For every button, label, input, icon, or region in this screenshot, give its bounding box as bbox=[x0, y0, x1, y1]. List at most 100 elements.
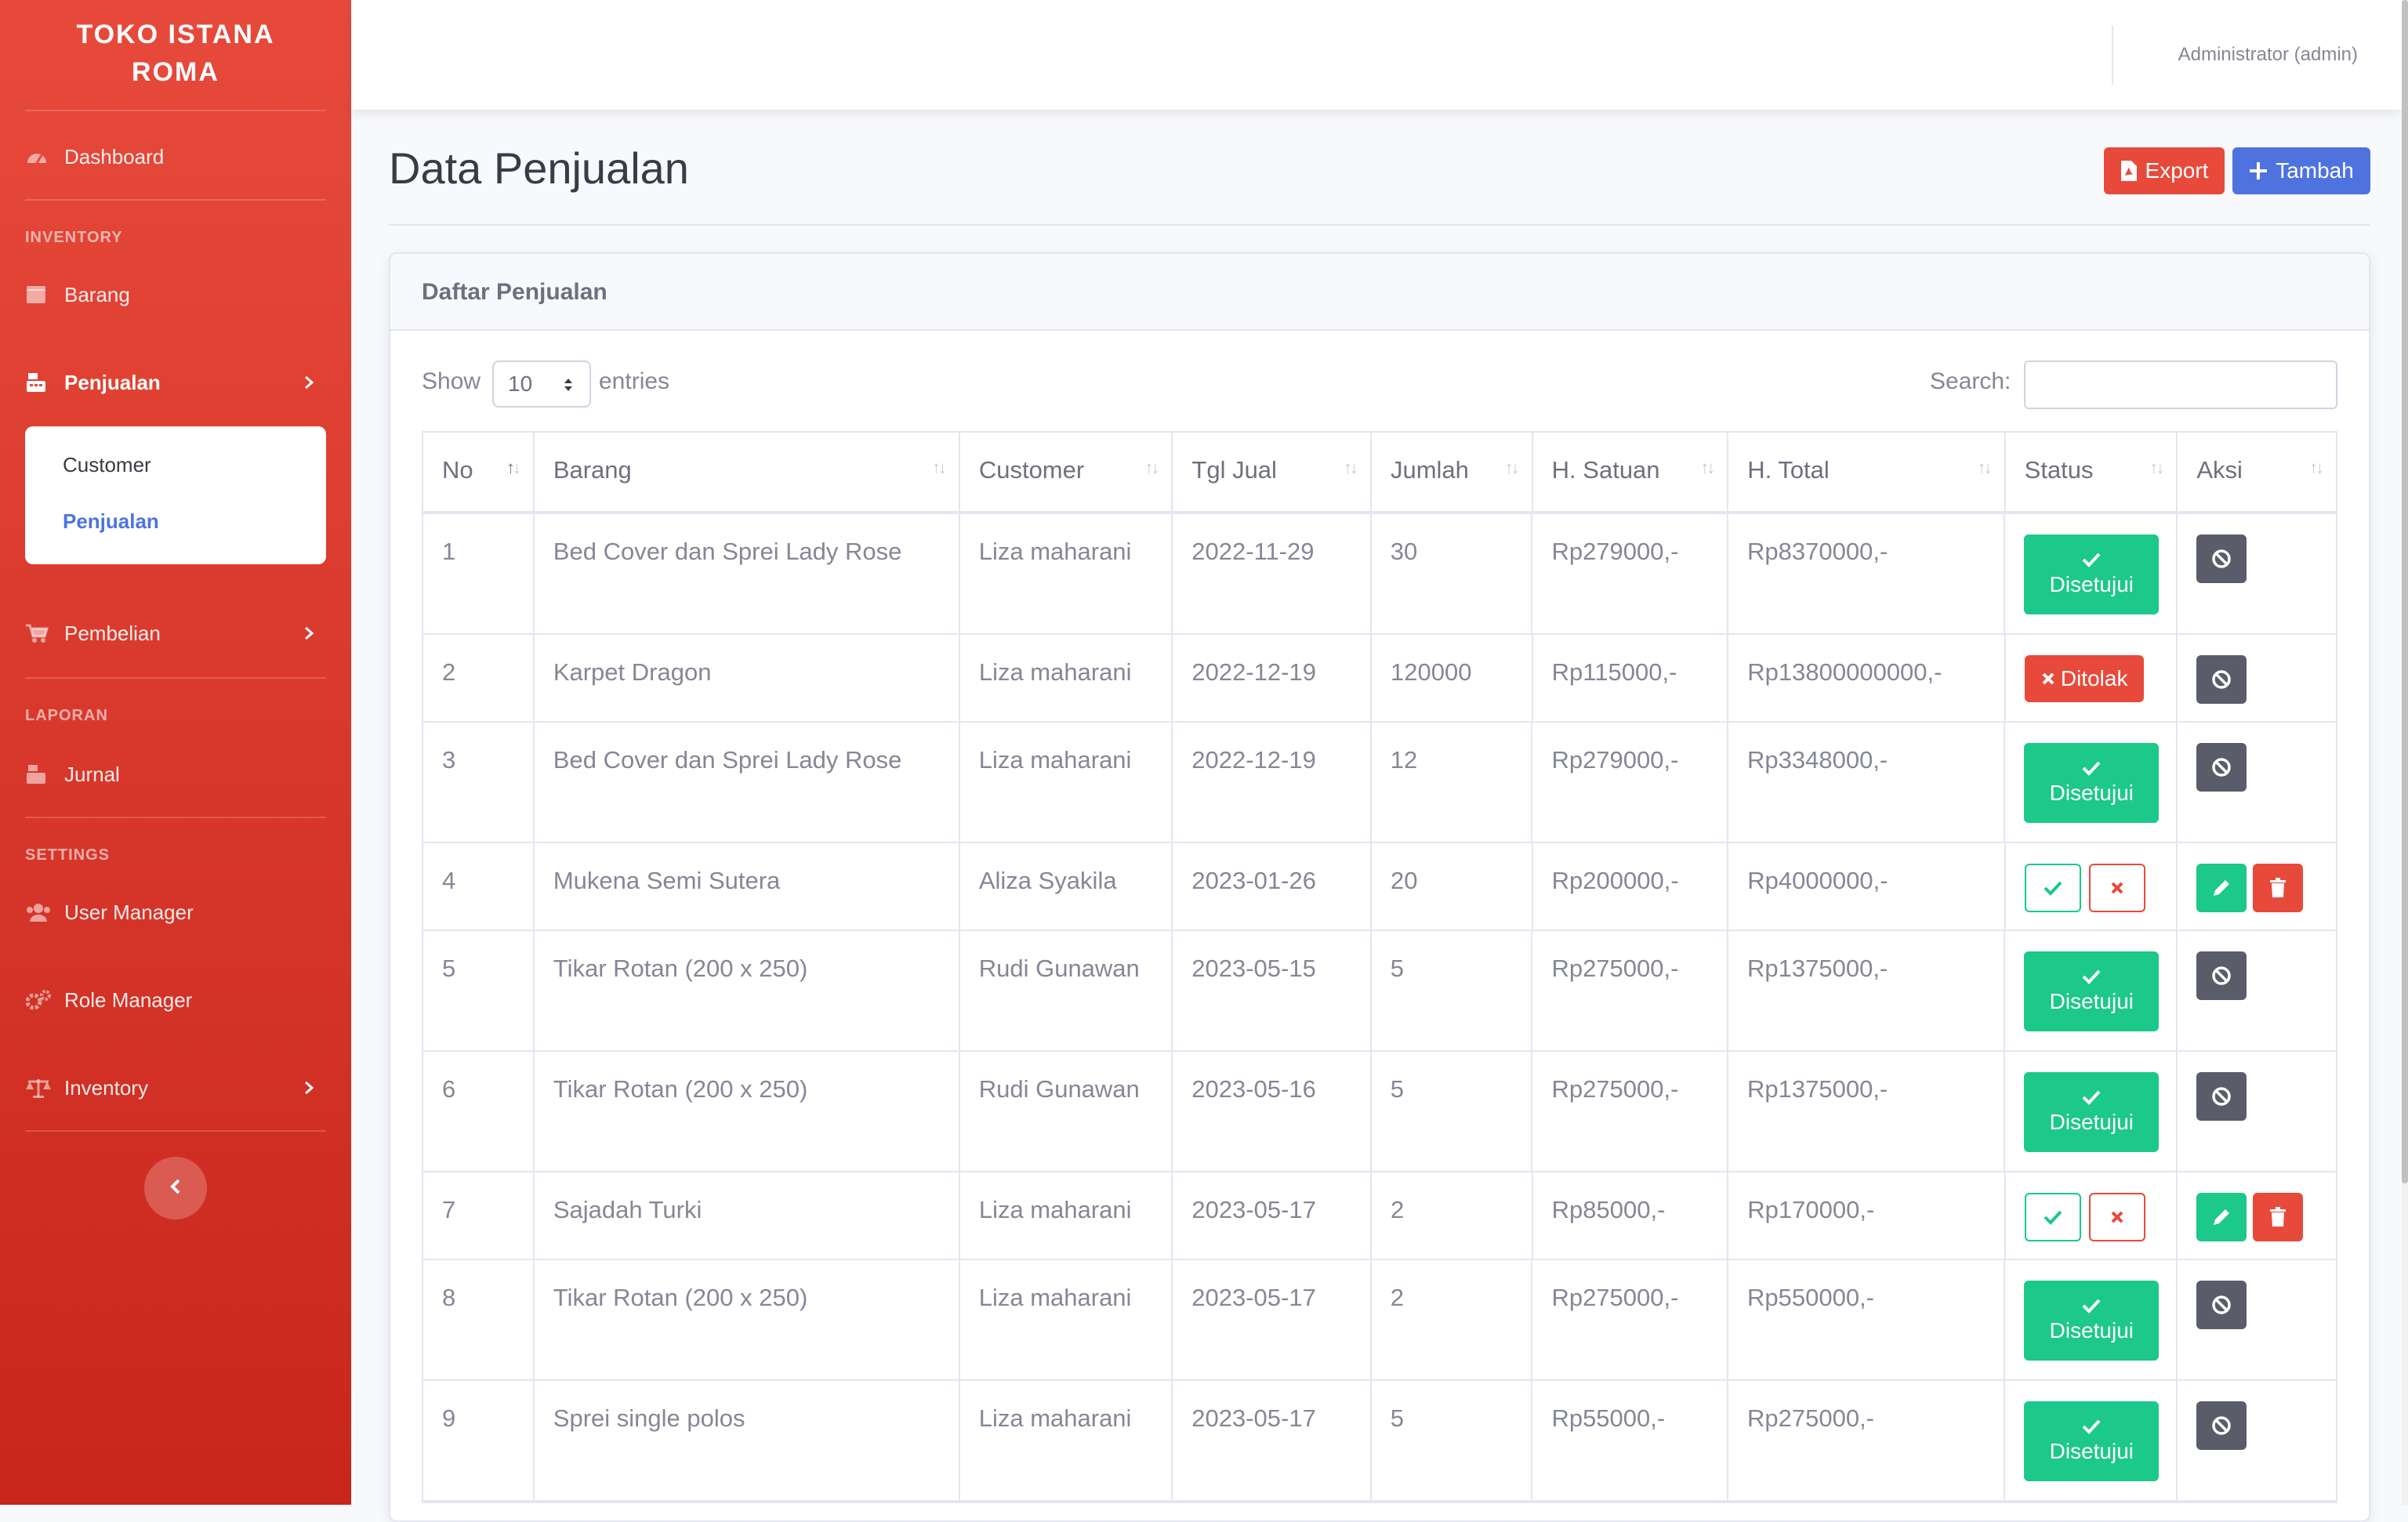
cell-jumlah: 120000 bbox=[1372, 635, 1533, 721]
check-icon bbox=[2044, 1210, 2062, 1225]
cash-register-icon bbox=[25, 371, 53, 393]
reject-button[interactable] bbox=[2088, 864, 2145, 912]
show-label: Show bbox=[422, 368, 481, 394]
sidebar-item-barang[interactable]: Barang bbox=[25, 271, 326, 318]
sort-icon: ↑↓ bbox=[1343, 458, 1358, 477]
column-header-tgl-jual[interactable]: Tgl Jual ↑↓ bbox=[1173, 433, 1372, 511]
sidebar-item-jurnal[interactable]: Jurnal bbox=[25, 751, 326, 798]
cell-jumlah: 5 bbox=[1372, 931, 1533, 1050]
approve-button[interactable] bbox=[2024, 864, 2081, 912]
edit-button[interactable] bbox=[2196, 864, 2247, 912]
cell-h-total: Rp13800000000,- bbox=[1728, 635, 2006, 721]
table-row: 2 Karpet Dragon Liza maharani 2022-12-19 120… bbox=[423, 635, 2336, 723]
sidebar-item-penjualan[interactable]: Penjualan bbox=[25, 359, 326, 406]
cell-tgl-jual: 2023-05-17 bbox=[1173, 1172, 1372, 1259]
column-header-barang[interactable]: Barang ↑↓ bbox=[535, 433, 960, 511]
column-header-status[interactable]: Status ↑↓ bbox=[2006, 433, 2178, 511]
row-actions bbox=[2196, 1193, 2317, 1241]
row-actions bbox=[2196, 864, 2317, 912]
cell-aksi bbox=[2178, 1052, 2336, 1171]
cell-tgl-jual: 2023-01-26 bbox=[1173, 843, 1372, 930]
cell-aksi bbox=[2178, 723, 2336, 842]
delete-button[interactable] bbox=[2253, 1193, 2304, 1241]
cell-aksi bbox=[2178, 931, 2336, 1050]
brand[interactable]: TOKO ISTANA ROMA bbox=[25, 16, 326, 91]
search-input[interactable] bbox=[2024, 361, 2337, 409]
ban-icon bbox=[2212, 670, 2232, 689]
table-row: 8 Tikar Rotan (200 x 250) Liza maharani 202… bbox=[423, 1260, 2336, 1381]
sidebar-item-user-manager[interactable]: User Manager bbox=[25, 889, 326, 936]
sidebar-item-role-manager[interactable]: Role Manager bbox=[25, 977, 326, 1024]
edit-button[interactable] bbox=[2196, 1193, 2247, 1241]
topbar bbox=[351, 0, 2402, 110]
disabled-action-button[interactable] bbox=[2196, 535, 2247, 583]
sort-icon: ↑↓ bbox=[2149, 458, 2164, 477]
add-button-label: Tambah bbox=[2276, 158, 2354, 183]
scrollbar-thumb[interactable] bbox=[2402, 0, 2408, 1183]
cell-aksi bbox=[2178, 1260, 2336, 1379]
chevron-right-icon bbox=[298, 1077, 320, 1099]
sidebar-toggle-button[interactable] bbox=[144, 1157, 207, 1219]
sidebar-item-label: Jurnal bbox=[64, 762, 120, 786]
cell-barang: Sprei single polos bbox=[535, 1381, 960, 1500]
status-badge-approved: Disetujui bbox=[2024, 1281, 2160, 1361]
sidebar-item-pembelian[interactable]: Pembelian bbox=[25, 610, 326, 657]
disabled-action-button[interactable] bbox=[2196, 1072, 2247, 1121]
status-label: Disetujui bbox=[2049, 572, 2134, 596]
disabled-action-button[interactable] bbox=[2196, 1401, 2247, 1450]
column-header-h-satuan[interactable]: H. Satuan ↑↓ bbox=[1533, 433, 1729, 511]
column-header-h-total[interactable]: H. Total ↑↓ bbox=[1728, 433, 2006, 511]
entries-select[interactable]: 10 bbox=[492, 361, 591, 408]
check-icon bbox=[2082, 969, 2101, 984]
cell-h-satuan: Rp115000,- bbox=[1533, 635, 1729, 721]
column-header-jumlah[interactable]: Jumlah ↑↓ bbox=[1372, 433, 1533, 511]
sidebar-item-inventory[interactable]: Inventory bbox=[25, 1064, 326, 1111]
cell-customer: Liza maharani bbox=[960, 635, 1173, 721]
sidebar-item-label: User Manager bbox=[64, 900, 194, 924]
cell-status bbox=[2006, 843, 2178, 930]
chevron-right-icon bbox=[298, 371, 320, 393]
status-label: Disetujui bbox=[2049, 1110, 2134, 1134]
approve-button[interactable] bbox=[2024, 1193, 2081, 1241]
cell-h-satuan: Rp279000,- bbox=[1532, 514, 1728, 633]
cell-aksi bbox=[2178, 514, 2336, 633]
cell-aksi bbox=[2178, 1381, 2336, 1500]
submenu-item-penjualan[interactable]: Penjualan bbox=[63, 509, 159, 534]
status-label: Disetujui bbox=[2049, 781, 2134, 805]
sort-icon: ↑↓ bbox=[1144, 458, 1159, 477]
cell-h-total: Rp550000,- bbox=[1728, 1260, 2006, 1379]
cell-barang: Karpet Dragon bbox=[535, 635, 960, 721]
file-pdf-icon bbox=[2120, 161, 2137, 181]
table-row: 4 Mukena Semi Sutera Aliza Syakila 2023-01-… bbox=[423, 843, 2336, 931]
cell-tgl-jual: 2023-05-17 bbox=[1173, 1260, 1372, 1379]
cell-tgl-jual: 2022-12-19 bbox=[1173, 723, 1372, 842]
add-button[interactable]: Tambah bbox=[2232, 147, 2370, 194]
disabled-action-button[interactable] bbox=[2196, 951, 2247, 1000]
disabled-action-button[interactable] bbox=[2196, 1281, 2247, 1329]
user-menu[interactable]: Administrator (admin) bbox=[2178, 44, 2358, 66]
cell-status: Disetujui bbox=[2005, 1381, 2178, 1500]
column-header-aksi[interactable]: Aksi ↑↓ bbox=[2178, 433, 2336, 511]
cell-customer: Rudi Gunawan bbox=[960, 931, 1173, 1050]
table-row: 1 Bed Cover dan Sprei Lady Rose Liza mahar… bbox=[423, 514, 2336, 635]
submenu-item-customer[interactable]: Customer bbox=[63, 453, 151, 477]
disabled-action-button[interactable] bbox=[2196, 743, 2247, 792]
status-label: Disetujui bbox=[2049, 1318, 2134, 1343]
sidebar-item-label: Inventory bbox=[64, 1075, 148, 1100]
column-header-label: No bbox=[442, 456, 473, 484]
disabled-action-button[interactable] bbox=[2196, 655, 2247, 704]
reject-button[interactable] bbox=[2088, 1193, 2145, 1241]
cell-customer: Rudi Gunawan bbox=[960, 1052, 1173, 1171]
cell-h-satuan: Rp275000,- bbox=[1532, 1260, 1728, 1379]
search-label: Search: bbox=[1930, 368, 2011, 394]
pencil-icon bbox=[2214, 880, 2230, 896]
column-header-no[interactable]: No ↑↓ bbox=[423, 433, 535, 511]
column-header-customer[interactable]: Customer ↑↓ bbox=[960, 433, 1173, 511]
export-button[interactable]: Export bbox=[2104, 147, 2225, 194]
cell-h-total: Rp8370000,- bbox=[1728, 514, 2006, 633]
cell-tgl-jual: 2023-05-16 bbox=[1173, 1052, 1372, 1171]
cell-tgl-jual: 2022-11-29 bbox=[1173, 514, 1372, 633]
sidebar-item-dashboard[interactable]: Dashboard bbox=[25, 133, 326, 180]
status-badge-approved: Disetujui bbox=[2024, 1072, 2160, 1152]
delete-button[interactable] bbox=[2253, 864, 2304, 912]
